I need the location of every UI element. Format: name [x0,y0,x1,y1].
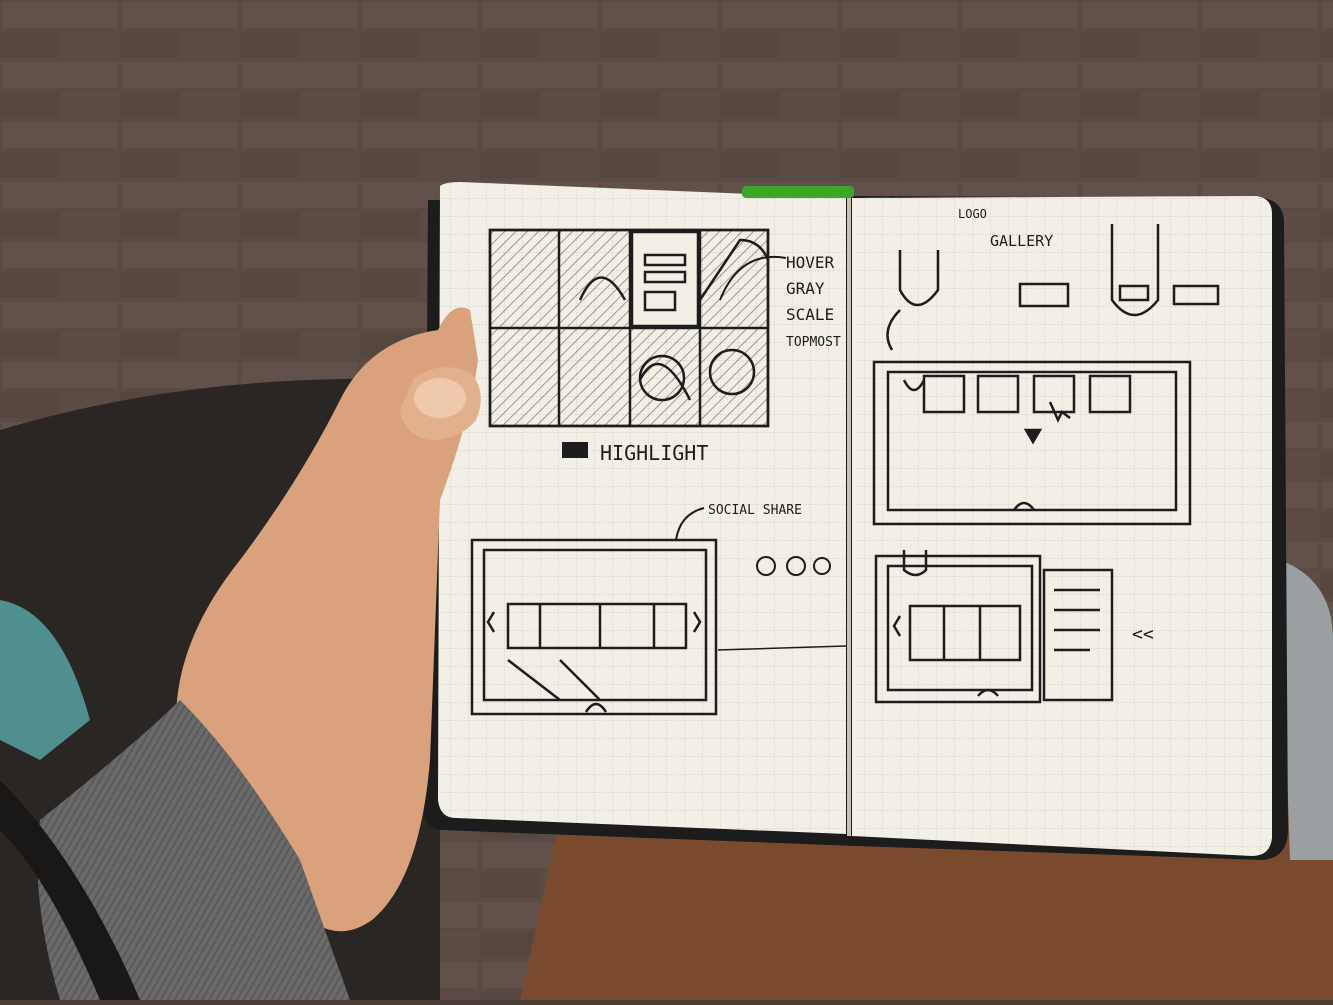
hover-note-line: SCALE [786,305,834,324]
hover-note-line: TOPMOST [786,335,841,350]
notebook-right-page [852,196,1272,856]
logo-label: LOGO [958,207,987,221]
ribbon-bookmark [742,186,854,198]
hover-note-line: HOVER [786,253,835,272]
thumbnail [414,378,466,418]
collapse-mark: << [1132,624,1154,645]
highlight-label: HIGHLIGHT [600,441,708,465]
hover-note-line: GRAY [786,279,825,298]
gallery-label: GALLERY [990,232,1053,250]
social-share-label: SOCIAL SHARE [708,503,802,518]
grid-sketch [488,228,770,428]
photo-scene: HOVER GRAY SCALE TOPMOST HIGHLIGHT SOCIA… [0,0,1333,1000]
scene-canvas: HOVER GRAY SCALE TOPMOST HIGHLIGHT SOCIA… [0,0,1333,1000]
